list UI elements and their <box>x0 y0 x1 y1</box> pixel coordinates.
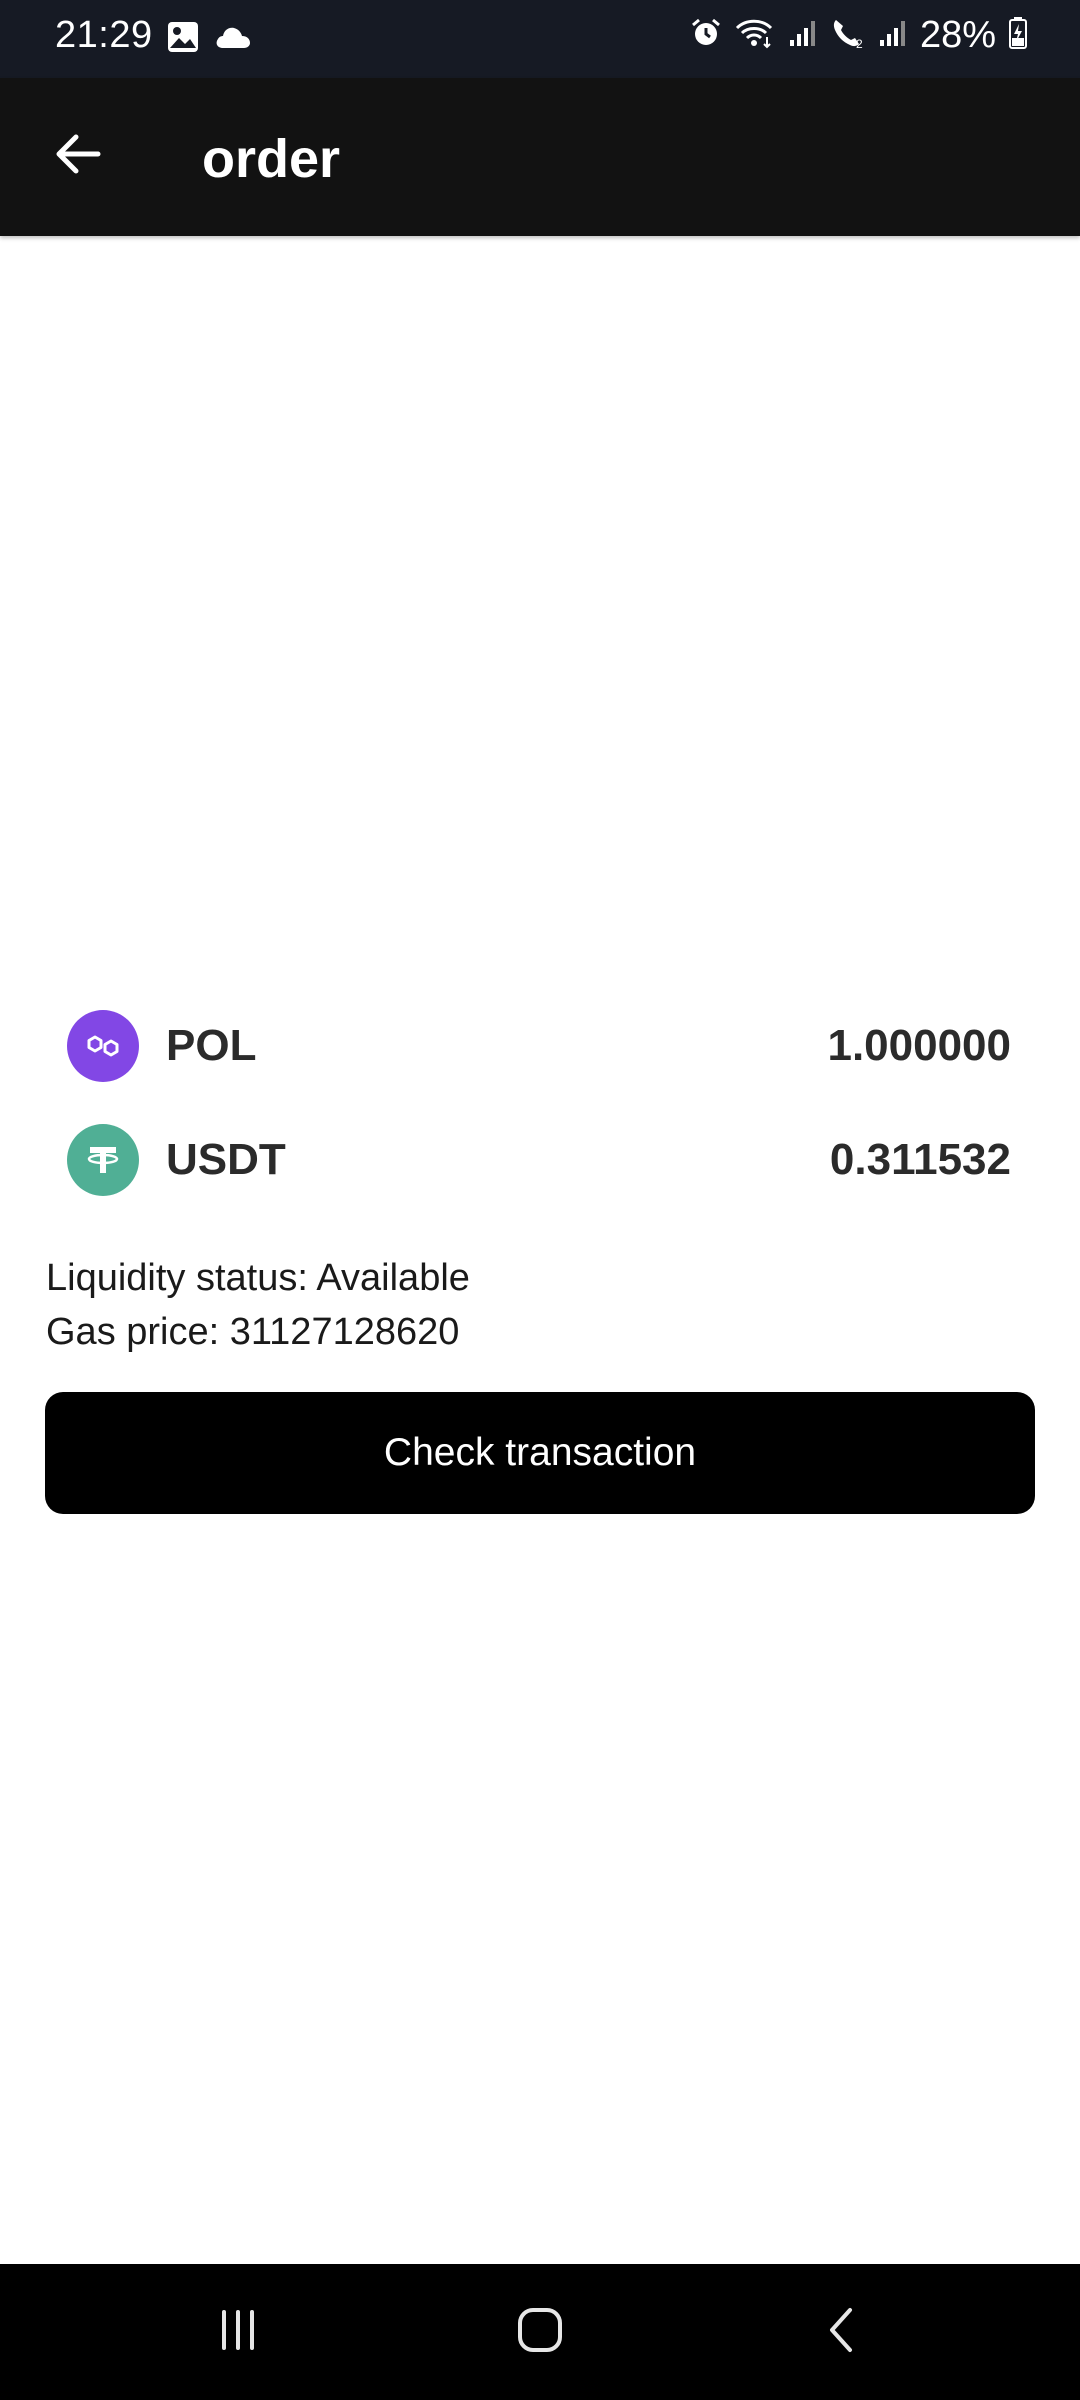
status-time: 21:29 <box>55 14 153 56</box>
battery-percent: 28% <box>919 14 996 56</box>
token-row-usdt: USDT 0.311532 <box>67 1124 1011 1196</box>
token-amount: 0.311532 <box>829 1135 1011 1184</box>
app-bar: order <box>0 78 1080 236</box>
call-icon: 2 <box>830 17 866 54</box>
token-row-pol: POL 1.000000 <box>67 1010 1011 1082</box>
cloud-icon <box>214 24 252 55</box>
image-icon <box>166 20 200 59</box>
alarm-icon <box>690 17 722 54</box>
gas-price: Gas price: 31127128620 <box>46 1311 460 1353</box>
home-button[interactable] <box>495 2292 585 2372</box>
status-bar: 21:29 2 28% <box>0 0 1080 78</box>
recent-apps-button[interactable] <box>193 2292 283 2372</box>
token-symbol: POL <box>166 1021 257 1070</box>
arrow-left-icon <box>52 128 104 185</box>
navigation-bar <box>0 2264 1080 2400</box>
check-transaction-button[interactable]: Check transaction <box>45 1392 1035 1514</box>
signal-icon <box>788 18 818 53</box>
recent-apps-icon <box>214 2306 262 2359</box>
back-icon <box>818 2306 866 2359</box>
back-button[interactable] <box>42 120 114 192</box>
tether-icon <box>67 1124 139 1196</box>
signal-icon <box>878 18 908 53</box>
liquidity-status: Liquidity status: Available <box>46 1257 470 1299</box>
battery-charging-icon <box>1008 16 1028 55</box>
nav-back-button[interactable] <box>797 2292 887 2372</box>
token-amount: 1.000000 <box>827 1021 1011 1070</box>
token-symbol: USDT <box>166 1135 286 1184</box>
page-title: order <box>202 129 341 189</box>
home-icon <box>515 2305 565 2360</box>
wifi-icon <box>734 17 776 54</box>
svg-text:2: 2 <box>856 37 863 49</box>
polygon-icon <box>67 1010 139 1082</box>
